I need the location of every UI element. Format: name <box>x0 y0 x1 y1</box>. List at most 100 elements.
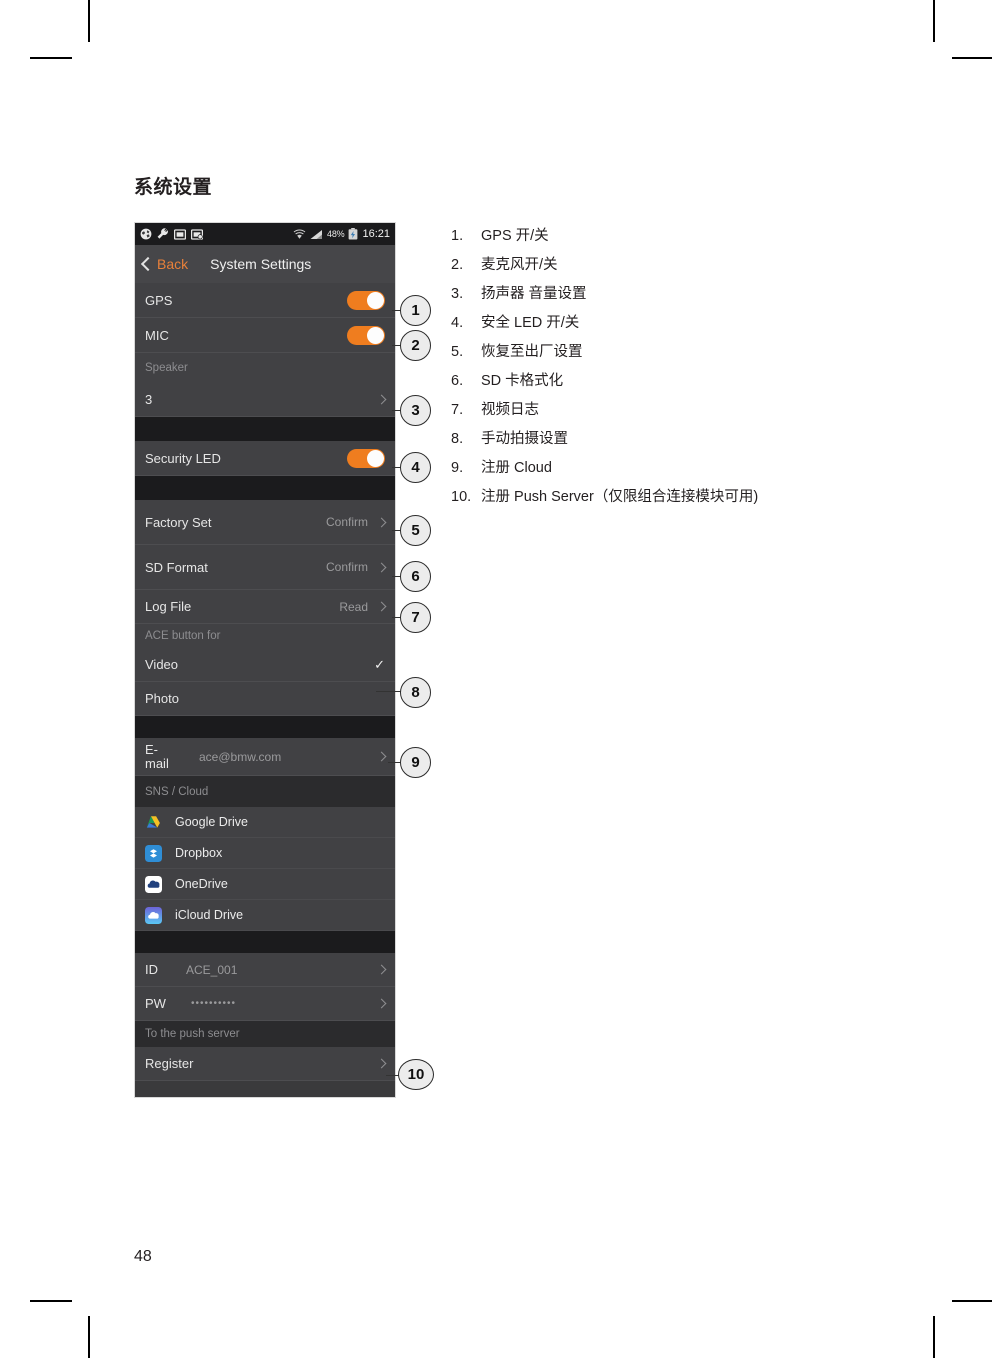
battery-icon <box>349 228 358 240</box>
row-video[interactable]: Video ✓ <box>135 648 395 682</box>
list-item-number: 1. <box>451 228 464 244</box>
list-item-number: 7. <box>451 402 464 418</box>
callout-badge-3: 3 <box>400 395 431 426</box>
list-item: 7. 视频日志 <box>451 396 871 425</box>
chevron-right-icon <box>376 964 387 975</box>
section-divider-band <box>135 476 395 500</box>
row-pw-value: •••••••••• <box>190 998 236 1009</box>
chevron-right-icon <box>376 601 387 612</box>
back-button[interactable]: Back <box>135 256 188 272</box>
row-log-file[interactable]: Log File Read <box>135 590 395 624</box>
gps-toggle[interactable] <box>347 290 385 310</box>
callout-badge-9: 9 <box>400 747 431 778</box>
list-item-text: 视频日志 <box>481 402 539 418</box>
battery-percent-label: 48% <box>327 229 345 239</box>
screen-title: System Settings <box>210 256 312 272</box>
row-pw-label: PW <box>145 996 166 1011</box>
row-sd-format-value: Confirm <box>325 559 368 574</box>
mic-toggle[interactable] <box>347 325 385 345</box>
section-sns-cloud: SNS / Cloud <box>135 776 395 807</box>
toggle-knob <box>367 326 384 344</box>
row-id[interactable]: ID ACE_001 <box>135 953 395 987</box>
list-item-text: SD 卡格式化 <box>481 373 564 389</box>
list-item: 3. 扬声器 音量设置 <box>451 280 871 309</box>
row-id-value: ACE_001 <box>186 962 238 977</box>
list-item-number: 5. <box>451 344 464 360</box>
row-factory-set-label: Factory Set <box>145 514 212 530</box>
crop-mark-top-left-horizontal <box>30 57 72 59</box>
row-onedrive-label: OneDrive <box>175 877 228 891</box>
callout-badge-7: 7 <box>400 602 431 633</box>
row-speaker-level[interactable]: 3 <box>135 383 395 417</box>
callout-badge-1: 1 <box>400 295 431 326</box>
list-item-number: 2. <box>451 257 464 273</box>
page-number: 48 <box>134 1248 152 1265</box>
chevron-right-icon <box>376 562 387 572</box>
list-item-number: 3. <box>451 286 464 302</box>
section-divider-band <box>135 417 395 441</box>
crop-mark-top-left-vertical <box>88 0 90 42</box>
row-dropbox-label: Dropbox <box>175 846 223 860</box>
row-email[interactable]: E-mail ace@bmw.com <box>135 738 395 776</box>
list-item-text: GPS 开/关 <box>481 228 549 244</box>
row-pw[interactable]: PW •••••••••• <box>135 987 395 1021</box>
row-gps[interactable]: GPS <box>135 283 395 318</box>
onedrive-icon <box>145 875 162 893</box>
status-bar-time: 16:21 <box>362 228 390 240</box>
row-factory-set[interactable]: Factory Set Confirm <box>135 500 395 545</box>
row-dropbox[interactable]: Dropbox <box>135 838 395 869</box>
row-log-file-label: Log File <box>145 599 192 614</box>
image-badge-icon <box>191 228 203 240</box>
back-button-label: Back <box>157 256 189 272</box>
crop-mark-top-right-vertical <box>933 0 935 42</box>
chevron-right-icon <box>376 1058 387 1069</box>
list-item-number: 6. <box>451 373 464 389</box>
section-divider-band <box>135 931 395 953</box>
row-sd-format[interactable]: SD Format Confirm <box>135 545 395 590</box>
list-item-number: 9. <box>451 460 464 476</box>
row-google-drive-label: Google Drive <box>175 815 248 829</box>
list-item: 9. 注册 Cloud <box>451 454 871 483</box>
globe-icon <box>140 228 152 240</box>
phone-screenshot: 48% 16:21 Back System Settings GPS MIC S… <box>134 222 396 1098</box>
section-to-the-push-server: To the push server <box>135 1021 395 1047</box>
chevron-right-icon <box>376 751 387 762</box>
row-email-label: E-mail <box>145 741 169 771</box>
row-sd-format-label: SD Format <box>145 559 208 575</box>
image-icon <box>174 228 186 240</box>
list-item-text: 恢复至出厂设置 <box>481 344 583 360</box>
row-icloud-drive-label: iCloud Drive <box>175 908 244 922</box>
section-speaker: Speaker <box>135 353 395 383</box>
callout-badge-6: 6 <box>400 561 431 592</box>
list-item-text: 麦克风开/关 <box>481 257 558 273</box>
list-item: 6. SD 卡格式化 <box>451 367 871 396</box>
row-register[interactable]: Register <box>135 1047 395 1081</box>
wrench-icon <box>157 228 168 239</box>
list-item: 8. 手动拍摄设置 <box>451 425 871 454</box>
chevron-left-icon <box>140 256 156 272</box>
navigation-bar: Back System Settings <box>135 245 395 283</box>
row-photo[interactable]: Photo <box>135 682 395 716</box>
section-divider-band <box>135 716 395 738</box>
callout-badge-10: 10 <box>398 1059 434 1090</box>
row-log-file-value: Read <box>339 599 368 614</box>
check-icon: ✓ <box>374 657 385 672</box>
wifi-icon <box>293 229 306 239</box>
crop-mark-bottom-left-vertical <box>88 1316 90 1358</box>
row-email-value: ace@bmw.com <box>199 749 282 764</box>
row-speaker-level-value: 3 <box>145 392 153 407</box>
row-onedrive[interactable]: OneDrive <box>135 869 395 900</box>
row-icloud-drive[interactable]: iCloud Drive <box>135 900 395 931</box>
chevron-right-icon <box>376 394 387 405</box>
dropbox-icon <box>145 844 162 862</box>
security-led-toggle[interactable] <box>347 448 385 468</box>
list-item-text: 注册 Cloud <box>481 460 552 476</box>
section-ace-button-for: ACE button for <box>135 624 395 648</box>
row-security-led[interactable]: Security LED <box>135 441 395 476</box>
row-mic[interactable]: MIC <box>135 318 395 353</box>
callout-badge-5: 5 <box>400 515 431 546</box>
row-google-drive[interactable]: Google Drive <box>135 807 395 838</box>
google-drive-icon <box>145 814 162 831</box>
list-item: 10. 注册 Push Server（仅限组合连接模块可用) <box>451 483 871 512</box>
list-item-number: 10. <box>451 489 472 505</box>
